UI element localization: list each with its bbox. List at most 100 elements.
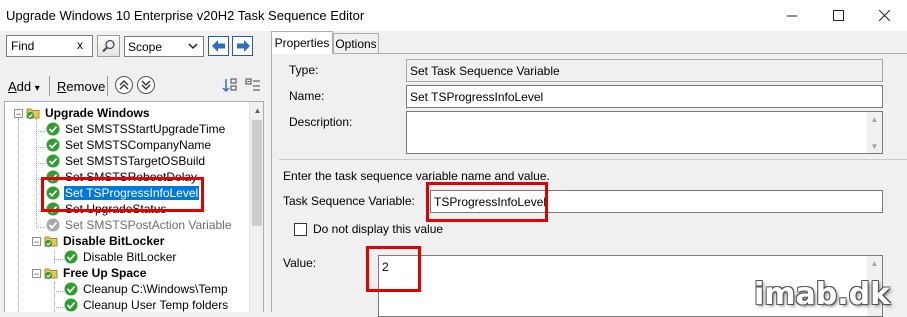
title-bar: Upgrade Windows 10 Enterprise v20H2 Task… bbox=[0, 0, 907, 31]
tree-connector bbox=[36, 179, 45, 180]
tab-options[interactable]: Options bbox=[333, 33, 379, 53]
tree-item-label: Set SMSTSTargetOSBuild bbox=[65, 154, 206, 168]
tree-connector bbox=[36, 147, 45, 148]
find-input-text: Find bbox=[11, 39, 35, 53]
tree-item-label: Upgrade Windows bbox=[45, 106, 150, 120]
tree-item-selected[interactable]: Set TSProgressInfoLevel bbox=[46, 185, 200, 201]
tree-item-label: Set TSProgressInfoLevel bbox=[64, 186, 200, 200]
close-button[interactable] bbox=[861, 0, 907, 31]
expand-collapse-button[interactable] bbox=[244, 76, 262, 94]
tree-item[interactable]: Set SMSTSCompanyName bbox=[46, 137, 212, 153]
collapse-toggle-icon[interactable]: − bbox=[14, 108, 23, 118]
remove-label-accel: R bbox=[57, 79, 67, 94]
tab-properties[interactable]: Properties bbox=[271, 31, 333, 54]
tree-item-label: Set SMSTSPostAction Variable bbox=[65, 218, 232, 232]
description-textarea[interactable]: ▲ ▼ bbox=[406, 111, 883, 154]
check-circle-disabled-icon bbox=[46, 218, 60, 232]
folder-check-icon bbox=[44, 268, 58, 279]
tab-label: Options bbox=[335, 36, 377, 51]
find-input[interactable]: Find x bbox=[6, 35, 93, 57]
double-chevron-down-icon bbox=[141, 80, 151, 90]
maximize-icon bbox=[832, 10, 844, 21]
tree-connector bbox=[36, 227, 45, 228]
scrollbar-thumb[interactable] bbox=[252, 120, 262, 226]
check-circle-icon bbox=[46, 122, 60, 136]
add-label-accel: A bbox=[8, 79, 17, 94]
folder-check-icon bbox=[26, 108, 40, 119]
minimize-button[interactable] bbox=[769, 0, 815, 31]
scroll-down-arrow-icon[interactable]: ▼ bbox=[867, 139, 882, 153]
tree-connector bbox=[36, 131, 45, 132]
remove-button[interactable]: Remove bbox=[57, 79, 105, 94]
hide-value-checkbox[interactable] bbox=[294, 223, 307, 236]
tree-item-disabled[interactable]: Set SMSTSPostAction Variable bbox=[46, 217, 233, 233]
search-button[interactable] bbox=[97, 35, 120, 57]
tree-item-label: Disable BitLocker bbox=[63, 234, 165, 248]
variable-value: TSProgressInfoLevel bbox=[434, 195, 547, 209]
variable-input[interactable]: TSProgressInfoLevel bbox=[430, 190, 883, 213]
tree-group-disable-bitlocker[interactable]: − Disable BitLocker bbox=[32, 233, 165, 249]
add-menu-button[interactable]: Add ▾ bbox=[8, 79, 40, 94]
check-circle-icon bbox=[64, 250, 78, 264]
collapse-toggle-icon[interactable]: − bbox=[32, 236, 41, 246]
move-down-button[interactable] bbox=[137, 76, 155, 94]
watermark-logo: imab.dk bbox=[754, 277, 891, 312]
tree-item-label: Cleanup User Temp folders bbox=[83, 298, 229, 312]
tree-item[interactable]: Cleanup User Temp folders bbox=[64, 297, 229, 312]
description-scrollbar[interactable]: ▲ ▼ bbox=[867, 112, 882, 153]
section-divider bbox=[279, 159, 907, 160]
check-circle-icon bbox=[46, 202, 60, 216]
clear-search-button[interactable]: x bbox=[77, 38, 83, 52]
tree-item-label: Set UpgradeStatus bbox=[65, 202, 167, 216]
tree-connector bbox=[36, 163, 45, 164]
type-value: Set Task Sequence Variable bbox=[410, 64, 560, 78]
value-value: 2 bbox=[382, 260, 389, 274]
check-circle-icon bbox=[64, 282, 78, 296]
scope-select[interactable]: Scope bbox=[124, 36, 204, 57]
variable-label: Task Sequence Variable: bbox=[283, 194, 415, 208]
tree-item[interactable]: Disable BitLocker bbox=[64, 249, 177, 265]
check-circle-icon bbox=[46, 170, 60, 184]
tree-item-label: Set SMSTSStartUpgradeTime bbox=[65, 122, 226, 136]
maximize-button[interactable] bbox=[815, 0, 861, 31]
type-label: Type: bbox=[289, 63, 319, 77]
sort-toggle-button[interactable] bbox=[221, 76, 239, 94]
scroll-up-arrow-icon[interactable]: ▲ bbox=[250, 102, 263, 118]
double-chevron-up-icon bbox=[119, 80, 129, 90]
check-circle-icon bbox=[46, 154, 60, 168]
tree-item[interactable]: Cleanup C:\Windows\Temp bbox=[64, 281, 229, 297]
description-label: Description: bbox=[289, 115, 353, 129]
check-circle-icon bbox=[46, 138, 60, 152]
chevron-down-icon bbox=[188, 43, 198, 50]
tree-item-label: Disable BitLocker bbox=[83, 250, 177, 264]
name-input[interactable]: Set TSProgressInfoLevel bbox=[406, 85, 883, 108]
tree-connector bbox=[54, 250, 55, 263]
toolbar-separator bbox=[107, 76, 108, 96]
toolbar-separator bbox=[49, 76, 50, 96]
minimize-icon bbox=[786, 15, 797, 17]
arrow-right-icon bbox=[236, 40, 250, 52]
window-title: Upgrade Windows 10 Enterprise v20H2 Task… bbox=[6, 8, 365, 23]
tree-scrollbar[interactable]: ▲ bbox=[249, 102, 263, 312]
tree-item[interactable]: Set SMSTSStartUpgradeTime bbox=[46, 121, 226, 137]
search-next-button[interactable] bbox=[232, 36, 253, 56]
tree-item-label: Set SMSTSRebootDelay bbox=[65, 170, 198, 184]
tree-item[interactable]: Set SMSTSTargetOSBuild bbox=[46, 153, 206, 169]
dropdown-arrow-icon: ▾ bbox=[34, 83, 40, 94]
tree-connector bbox=[18, 118, 19, 312]
tree-connector bbox=[54, 291, 63, 292]
move-up-button[interactable] bbox=[115, 76, 133, 94]
scroll-up-arrow-icon[interactable]: ▲ bbox=[867, 256, 882, 270]
tree-toggle-icon bbox=[245, 78, 260, 91]
tree-connector bbox=[36, 211, 45, 212]
scroll-up-arrow-icon[interactable]: ▲ bbox=[867, 112, 882, 126]
tree-group-free-up-space[interactable]: − Free Up Space bbox=[32, 265, 147, 281]
tree-item[interactable]: Set UpgradeStatus bbox=[46, 201, 167, 217]
tree-item[interactable]: Set SMSTSRebootDelay bbox=[46, 169, 198, 185]
tree-group-upgrade-windows[interactable]: − Upgrade Windows bbox=[14, 105, 151, 121]
check-circle-icon bbox=[46, 186, 60, 200]
scope-select-value: Scope bbox=[128, 40, 163, 54]
task-sequence-tree[interactable]: − Upgrade Windows Set SMSTSStartUpgradeT… bbox=[4, 101, 264, 312]
search-previous-button[interactable] bbox=[208, 36, 229, 56]
collapse-toggle-icon[interactable]: − bbox=[32, 268, 41, 278]
